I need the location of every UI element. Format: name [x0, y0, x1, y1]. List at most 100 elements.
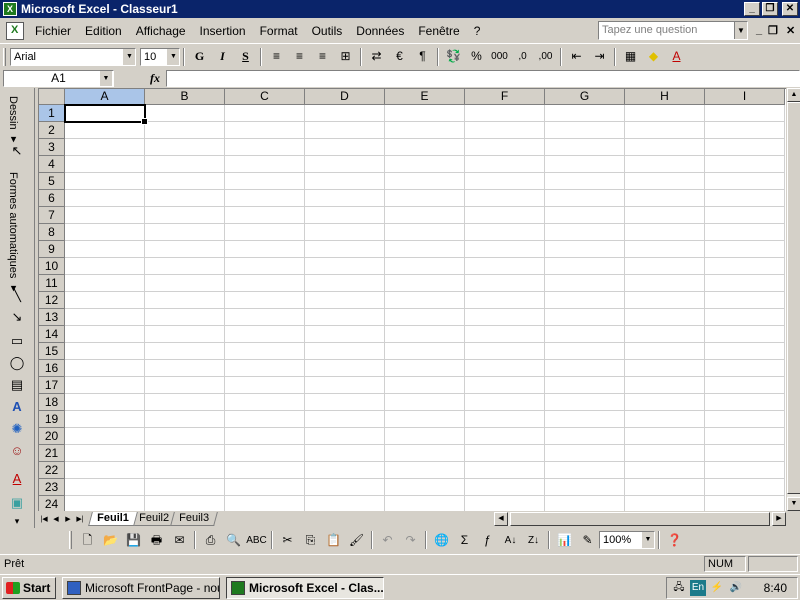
- menu-outils[interactable]: Outils: [305, 21, 350, 41]
- wordart-icon[interactable]: A: [8, 398, 26, 416]
- scroll-right-icon[interactable]: ▶: [772, 512, 786, 526]
- cut-icon[interactable]: ✂: [276, 530, 299, 551]
- diagram-icon[interactable]: ✺: [8, 420, 26, 438]
- 3d-style-icon[interactable]: ▣: [8, 494, 26, 512]
- currency-icon[interactable]: 💱: [442, 46, 465, 67]
- row-header-4[interactable]: 4: [39, 156, 65, 173]
- column-header-d[interactable]: D: [305, 89, 385, 105]
- paste-icon[interactable]: 📋: [322, 530, 345, 551]
- language-indicator[interactable]: En: [690, 580, 706, 596]
- task-frontpage[interactable]: Microsoft FrontPage - nou...: [62, 576, 220, 599]
- toolbar-grip[interactable]: [3, 47, 6, 66]
- draw-font-color-icon[interactable]: A: [8, 470, 26, 488]
- fill-color-icon[interactable]: ◆: [642, 46, 665, 67]
- print-icon[interactable]: ⎙: [199, 530, 222, 551]
- name-box[interactable]: A1 ▼: [3, 69, 114, 87]
- start-button[interactable]: Start: [2, 576, 56, 599]
- excel-app-icon[interactable]: X: [3, 2, 17, 16]
- permission-icon[interactable]: 🖶: [145, 530, 168, 551]
- close-button[interactable]: ✕: [782, 2, 798, 16]
- doc-minimize-button[interactable]: _: [756, 24, 762, 36]
- row-header-21[interactable]: 21: [39, 445, 65, 462]
- menu-help[interactable]: ?: [467, 21, 488, 41]
- new-icon[interactable]: 🗋: [76, 530, 99, 551]
- open-icon[interactable]: 📂: [99, 530, 122, 551]
- drawing-toggle-icon[interactable]: ✎: [576, 530, 599, 551]
- column-header-a[interactable]: A: [65, 89, 145, 105]
- row-header-22[interactable]: 22: [39, 462, 65, 479]
- column-header-c[interactable]: C: [225, 89, 305, 105]
- row-header-24[interactable]: 24: [39, 496, 65, 511]
- dessin-menu[interactable]: Dessin ▾: [7, 96, 20, 146]
- name-box-dropdown-icon[interactable]: ▼: [100, 70, 112, 86]
- clipart-icon[interactable]: ☺: [8, 442, 26, 460]
- copy-icon[interactable]: ⎘: [299, 530, 322, 551]
- scroll-left-icon[interactable]: ◀: [494, 512, 508, 526]
- column-header-i[interactable]: I: [705, 89, 785, 105]
- row-header-2[interactable]: 2: [39, 122, 65, 139]
- format-painter-icon[interactable]: 🖌: [345, 530, 368, 551]
- bold-button[interactable]: G: [188, 46, 211, 67]
- select-all-corner[interactable]: [39, 89, 65, 105]
- document-icon[interactable]: [6, 21, 24, 40]
- row-header-15[interactable]: 15: [39, 343, 65, 360]
- column-header-g[interactable]: G: [545, 89, 625, 105]
- spelling-icon[interactable]: ABC: [245, 530, 268, 551]
- row-header-19[interactable]: 19: [39, 411, 65, 428]
- font-size-combo[interactable]: 10 ▼: [140, 47, 180, 66]
- row-header-10[interactable]: 10: [39, 258, 65, 275]
- horizontal-scrollbar[interactable]: ◀ ▶: [494, 512, 786, 526]
- network-icon[interactable]: 🖧: [671, 580, 687, 596]
- next-sheet-icon[interactable]: ▶: [62, 515, 74, 523]
- decrease-indent-icon[interactable]: ⇤: [565, 46, 588, 67]
- autosum-button[interactable]: Σ: [453, 530, 476, 551]
- row-header-18[interactable]: 18: [39, 394, 65, 411]
- paragraph-icon[interactable]: ¶: [411, 46, 434, 67]
- zoom-dropdown-icon[interactable]: ▼: [642, 532, 654, 548]
- task-excel[interactable]: Microsoft Excel - Clas...: [226, 576, 384, 599]
- rectangle-icon[interactable]: ▭: [8, 332, 26, 350]
- menu-fenetre[interactable]: Fenêtre: [411, 21, 466, 41]
- help-icon[interactable]: ❓: [663, 530, 686, 551]
- row-header-1[interactable]: 1: [39, 105, 65, 122]
- menu-insertion[interactable]: Insertion: [193, 21, 253, 41]
- row-header-14[interactable]: 14: [39, 326, 65, 343]
- increase-indent-icon[interactable]: ⇥: [588, 46, 611, 67]
- active-cell-a1[interactable]: [64, 104, 148, 125]
- euro-button[interactable]: €: [388, 46, 411, 67]
- save-icon[interactable]: 💾: [122, 530, 145, 551]
- row-header-23[interactable]: 23: [39, 479, 65, 496]
- email-icon[interactable]: ✉: [168, 530, 191, 551]
- row-header-8[interactable]: 8: [39, 224, 65, 241]
- autoshapes-menu[interactable]: Formes automatiques ▾: [7, 172, 20, 294]
- undo-icon[interactable]: ↶: [376, 530, 399, 551]
- italic-button[interactable]: I: [211, 46, 234, 67]
- formula-input[interactable]: [166, 69, 800, 87]
- row-header-7[interactable]: 7: [39, 207, 65, 224]
- column-header-e[interactable]: E: [385, 89, 465, 105]
- power-icon[interactable]: ⚡: [709, 580, 725, 596]
- merge-center-icon[interactable]: ⊞: [334, 46, 357, 67]
- menu-format[interactable]: Format: [253, 21, 305, 41]
- decrease-decimal-button[interactable]: ,00: [534, 46, 557, 67]
- line-icon[interactable]: ╲: [8, 286, 26, 304]
- zoom-combo[interactable]: 100% ▼: [599, 531, 655, 549]
- font-name-combo[interactable]: Arial ▼: [10, 47, 136, 66]
- scroll-up-icon[interactable]: ▲: [787, 88, 800, 102]
- question-dropdown-icon[interactable]: ▼: [734, 22, 747, 39]
- menu-donnees[interactable]: Données: [349, 21, 411, 41]
- align-right-icon[interactable]: ≡: [311, 46, 334, 67]
- row-header-16[interactable]: 16: [39, 360, 65, 377]
- menu-edition[interactable]: Edition: [78, 21, 129, 41]
- prev-sheet-icon[interactable]: ◀: [50, 515, 62, 523]
- percent-button[interactable]: %: [465, 46, 488, 67]
- row-header-3[interactable]: 3: [39, 139, 65, 156]
- redo-icon[interactable]: ↷: [399, 530, 422, 551]
- cell-area[interactable]: [65, 105, 785, 511]
- row-header-13[interactable]: 13: [39, 309, 65, 326]
- minimize-button[interactable]: _: [744, 2, 760, 16]
- first-sheet-icon[interactable]: |◀: [38, 515, 50, 523]
- text-direction-icon[interactable]: ⇄: [365, 46, 388, 67]
- menu-fichier[interactable]: Fichier: [28, 21, 78, 41]
- menu-affichage[interactable]: Affichage: [129, 21, 193, 41]
